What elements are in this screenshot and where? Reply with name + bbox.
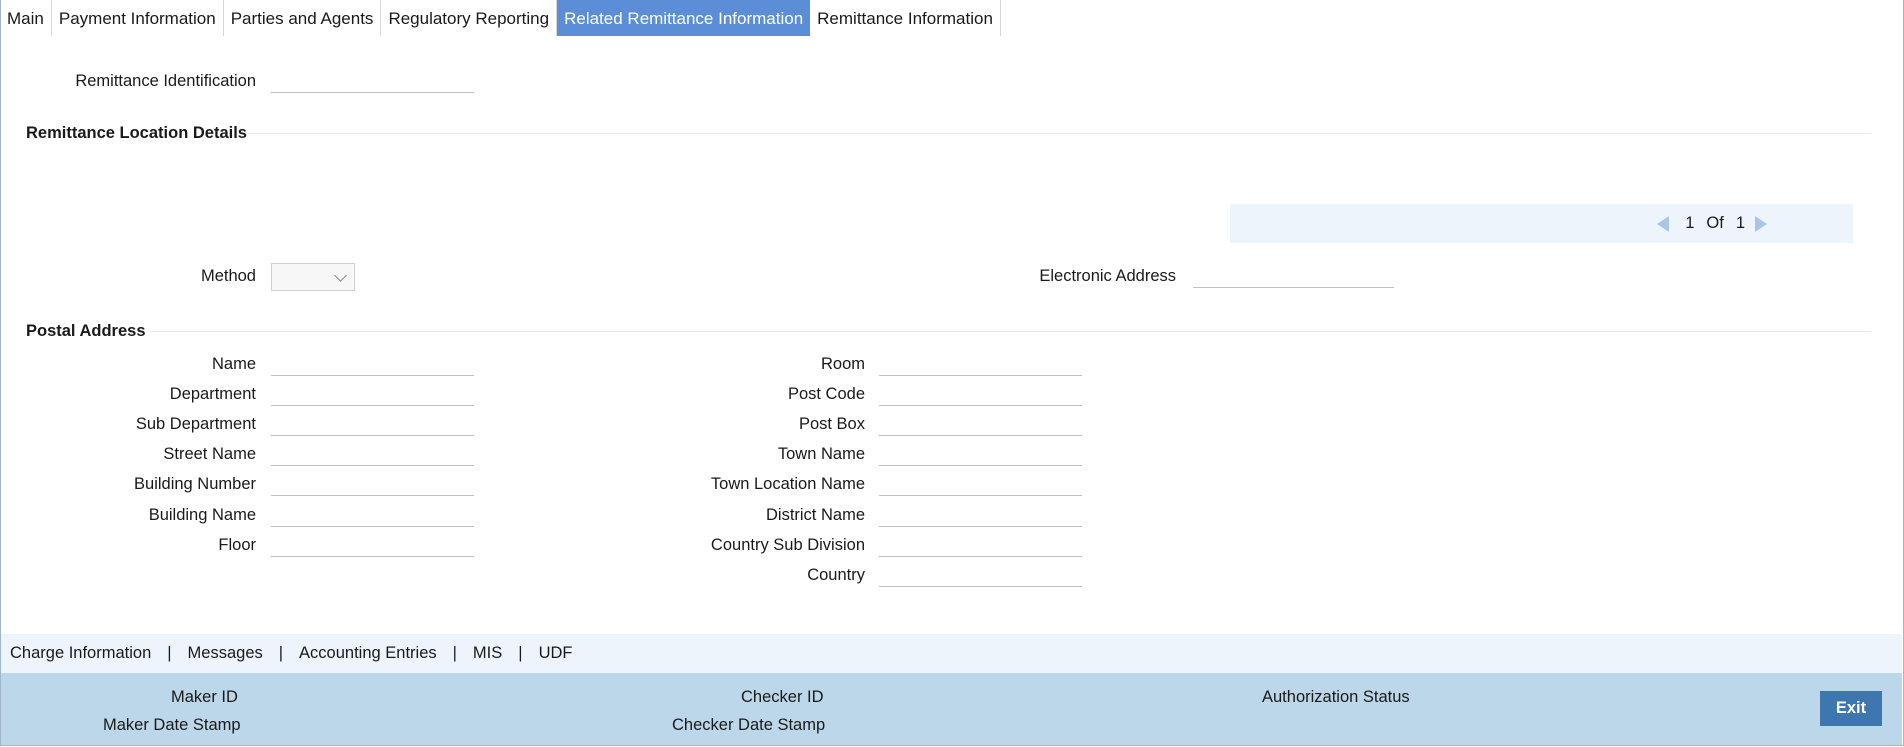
maker-id-label: Maker ID (171, 688, 238, 706)
department-input[interactable] (271, 384, 474, 406)
page-of-label: Of (1706, 214, 1724, 232)
street-name-label: Street Name (163, 445, 256, 463)
method-label: Method (200, 267, 256, 285)
town-location-name-label: Town Location Name (710, 475, 865, 493)
tab-main[interactable]: Main (0, 0, 52, 36)
building-number-label: Building Number (134, 475, 256, 493)
town-name-input[interactable] (879, 444, 1082, 466)
link-mis[interactable]: MIS (473, 644, 502, 663)
country-input[interactable] (879, 565, 1082, 587)
sub-department-input[interactable] (271, 414, 474, 436)
post-code-input[interactable] (879, 384, 1082, 406)
country-sub-division-input[interactable] (879, 535, 1082, 557)
town-name-label: Town Name (777, 445, 865, 463)
checker-date-stamp-label: Checker Date Stamp (672, 716, 826, 734)
street-name-input[interactable] (271, 444, 474, 466)
building-name-label: Building Name (148, 506, 256, 524)
tab-remittance-information[interactable]: Remittance Information (810, 0, 1001, 36)
audit-bar: Maker ID Maker Date Stamp Checker ID Che… (1, 673, 1902, 745)
exit-button[interactable]: Exit (1820, 691, 1882, 726)
link-accounting-entries[interactable]: Accounting Entries (299, 644, 437, 663)
remittance-identification-input[interactable] (271, 71, 474, 93)
town-location-name-input[interactable] (879, 474, 1082, 496)
postal-address-section-title: Postal Address (26, 322, 146, 340)
section-divider (248, 133, 1871, 134)
page-total: 1 (1735, 214, 1745, 232)
remittance-location-section-title: Remittance Location Details (26, 124, 247, 142)
district-name-label: District Name (765, 506, 865, 524)
electronic-address-input[interactable] (1193, 266, 1394, 288)
room-label: Room (820, 355, 865, 373)
link-separator: | (278, 644, 284, 662)
room-input[interactable] (879, 354, 1082, 376)
method-select[interactable] (271, 263, 355, 291)
previous-page-icon[interactable] (1657, 215, 1670, 232)
link-separator: | (167, 644, 172, 662)
authorization-status-label: Authorization Status (1262, 688, 1410, 706)
section-divider (148, 331, 1871, 332)
country-label: Country (807, 566, 865, 584)
maker-date-stamp-label: Maker Date Stamp (103, 716, 241, 734)
department-label: Department (169, 385, 256, 403)
next-page-icon[interactable] (1755, 215, 1767, 232)
link-udf[interactable]: UDF (539, 644, 573, 663)
post-code-label: Post Code (787, 385, 865, 403)
footer-link-bar: Charge Information | Messages | Accounti… (1, 634, 1902, 673)
building-name-input[interactable] (271, 505, 474, 527)
post-box-input[interactable] (879, 414, 1082, 436)
building-number-input[interactable] (271, 474, 474, 496)
tab-parties-and-agents[interactable]: Parties and Agents (224, 0, 382, 36)
tab-regulatory-reporting[interactable]: Regulatory Reporting (381, 0, 558, 36)
link-separator: | (518, 644, 523, 662)
electronic-address-label: Electronic Address (1039, 267, 1176, 285)
checker-id-label: Checker ID (741, 688, 824, 706)
name-input[interactable] (271, 354, 474, 376)
link-separator: | (452, 644, 457, 662)
tab-payment-information[interactable]: Payment Information (52, 0, 224, 36)
link-messages[interactable]: Messages (188, 644, 263, 663)
pagination-bar: 1 Of 1 (1230, 204, 1853, 243)
floor-label: Floor (218, 536, 256, 554)
post-box-label: Post Box (798, 415, 865, 433)
district-name-input[interactable] (879, 505, 1082, 527)
sub-department-label: Sub Department (135, 415, 256, 433)
remittance-identification-label: Remittance Identification (75, 72, 256, 90)
link-charge-information[interactable]: Charge Information (10, 644, 151, 663)
tab-bar: Main Payment Information Parties and Age… (0, 0, 1001, 36)
tab-related-remittance-information[interactable]: Related Remittance Information (557, 0, 811, 36)
chevron-down-icon (334, 269, 347, 282)
name-label: Name (211, 355, 256, 373)
country-sub-division-label: Country Sub Division (710, 536, 865, 554)
floor-input[interactable] (271, 535, 474, 557)
page-current: 1 (1685, 214, 1695, 232)
